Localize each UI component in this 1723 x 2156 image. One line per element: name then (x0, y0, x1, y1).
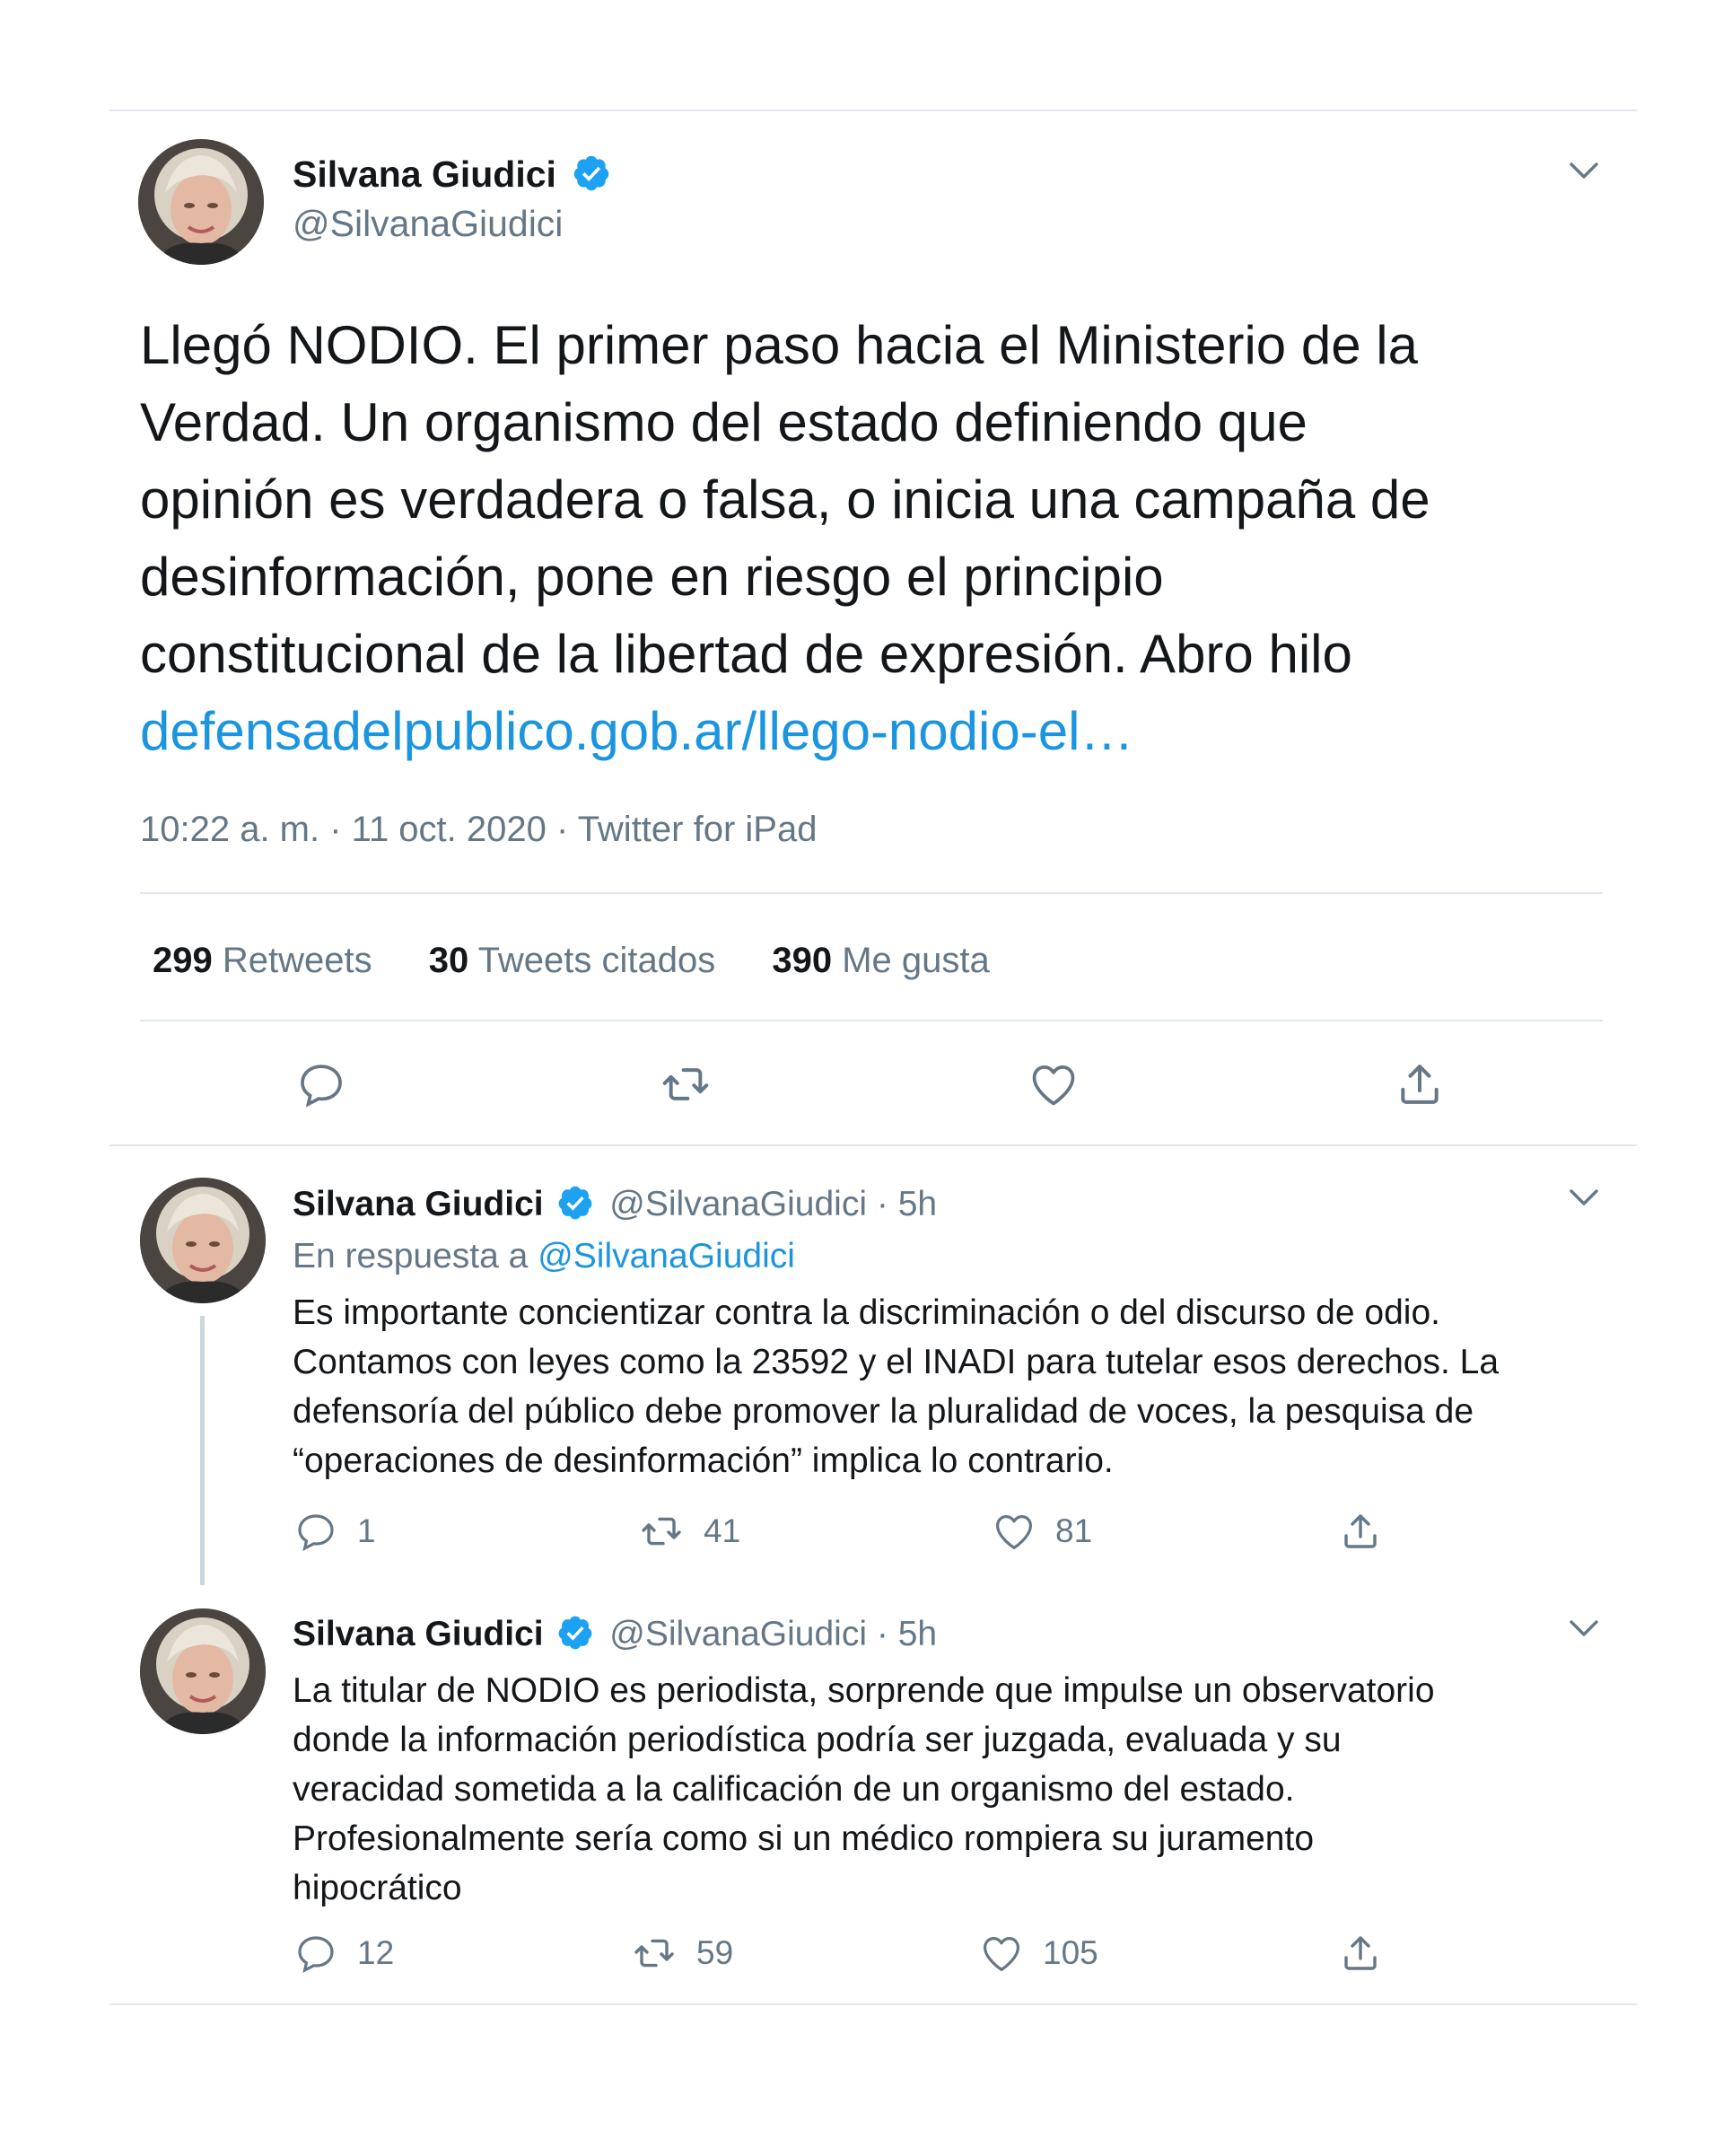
share-button[interactable] (1395, 1059, 1445, 1109)
author-handle[interactable]: @SilvanaGiudici (609, 1615, 867, 1653)
author-name[interactable]: Silvana Giudici (293, 1185, 544, 1223)
author-name[interactable]: Silvana Giudici (293, 1615, 544, 1653)
chevron-down-icon[interactable] (1568, 1187, 1600, 1208)
tweet-link[interactable]: defensadelpublico.gob.ar/llego-nodio-el… (140, 693, 1133, 770)
retweet-button[interactable]: 41 (639, 1510, 740, 1553)
reply-count: 12 (357, 1934, 395, 1971)
tweet-meta[interactable]: 10:22 a. m. · 11 oct. 2020 · Twitter for… (140, 808, 817, 851)
reply-text-line: donde la información periodística podría… (293, 1721, 1342, 1759)
author-name[interactable]: Silvana Giudici (293, 153, 556, 195)
reply-text-line: “operaciones de desinformación” implica … (293, 1442, 1114, 1480)
tweet-time[interactable]: 5h (898, 1615, 937, 1653)
retweet-count: 41 (704, 1512, 741, 1549)
reply-text-line: Es importante concientizar contra la dis… (293, 1293, 1440, 1332)
reply-button[interactable]: 12 (294, 1932, 394, 1975)
verified-badge-icon (556, 1614, 594, 1652)
share-button[interactable] (1339, 1932, 1382, 1975)
share-icon (1339, 1932, 1382, 1975)
stats-divider-bottom (140, 1020, 1603, 1021)
reply-button[interactable] (296, 1059, 346, 1109)
author-handle[interactable]: @SilvanaGiudici (609, 1185, 867, 1223)
retweet-icon (639, 1510, 684, 1553)
tweet-text-line: Verdad. Un organismo del estado definien… (140, 392, 1308, 452)
like-icon (1028, 1059, 1079, 1109)
separator-dot: · (876, 1185, 888, 1223)
reply-to-label: En respuesta a (293, 1237, 529, 1275)
author-row: Silvana Giudici @SilvanaGiudici · 5h (293, 1613, 937, 1656)
like-button[interactable]: 81 (993, 1510, 1092, 1553)
tweet-text-line: desinformación, pone en riesgo el princi… (140, 547, 1164, 607)
top-divider (109, 110, 1637, 111)
likes-count: 390 (772, 941, 833, 980)
reply-icon (294, 1510, 337, 1553)
reply-to-handle[interactable]: @SilvanaGiudici (538, 1237, 795, 1275)
likes-label: Me gusta (842, 941, 990, 980)
likes-stat[interactable]: 390 Me gusta (772, 941, 989, 980)
avatar[interactable] (140, 1608, 266, 1734)
share-button[interactable] (1339, 1510, 1382, 1553)
like-icon (980, 1932, 1023, 1975)
quotes-count: 30 (428, 941, 469, 980)
avatar[interactable] (138, 139, 264, 265)
reply-text-line: La titular de NODIO es periodista, sorpr… (293, 1671, 1435, 1710)
reply-icon (296, 1059, 346, 1109)
author-row: Silvana Giudici (293, 153, 611, 196)
reply-count: 1 (357, 1512, 376, 1549)
retweet-button[interactable]: 59 (632, 1932, 733, 1975)
share-icon (1339, 1510, 1382, 1553)
tweet-time[interactable]: 5h (898, 1185, 937, 1223)
retweets-label: Retweets (222, 941, 372, 980)
reply-text-line: defensoría del público debe promover la … (293, 1392, 1474, 1431)
tweet-text-line: constitucional de la libertad de expresi… (140, 624, 1352, 684)
like-icon (993, 1510, 1036, 1553)
chevron-down-icon[interactable] (1568, 160, 1600, 181)
retweets-stat[interactable]: 299 Retweets (153, 941, 382, 980)
like-button[interactable] (1028, 1059, 1079, 1109)
verified-badge-icon (572, 153, 611, 193)
tweet-stats: 299 Retweets 30 Tweets citados 390 Me gu… (153, 939, 990, 982)
chevron-down-icon[interactable] (1568, 1617, 1600, 1639)
retweet-icon (632, 1932, 677, 1975)
retweet-icon (660, 1059, 711, 1109)
share-icon (1395, 1059, 1445, 1109)
retweet-button[interactable] (660, 1059, 711, 1109)
reply-to-line: En respuesta a @SilvanaGiudici (293, 1235, 795, 1278)
tweet-text-line: opinión es verdadera o falsa, o inicia u… (140, 469, 1430, 530)
separator-dot: · (876, 1615, 888, 1653)
quotes-label: Tweets citados (477, 941, 716, 980)
reply-button[interactable]: 1 (294, 1510, 376, 1553)
avatar[interactable] (140, 1178, 266, 1303)
thread-line (200, 1316, 205, 1585)
reply-text-line: Profesionalmente sería como si un médico… (293, 1819, 1315, 1858)
reply-text-line: veracidad sometida a la calificación de … (293, 1770, 1295, 1809)
bottom-divider (109, 2003, 1637, 2005)
verified-badge-icon (556, 1184, 594, 1222)
reply-text-line: Contamos con leyes como la 23592 y el IN… (293, 1343, 1500, 1381)
tweet-text-line: Llegó NODIO. El primer paso hacia el Min… (140, 315, 1418, 375)
retweet-count: 59 (696, 1934, 734, 1971)
quotes-stat[interactable]: 30 Tweets citados (429, 941, 726, 980)
like-count: 81 (1055, 1512, 1093, 1549)
author-row: Silvana Giudici @SilvanaGiudici · 5h (293, 1183, 937, 1226)
stats-divider-top (140, 892, 1603, 894)
retweets-count: 299 (153, 941, 213, 980)
main-tweet-divider (109, 1144, 1637, 1146)
like-count: 105 (1043, 1934, 1098, 1971)
author-handle[interactable]: @SilvanaGiudici (293, 202, 563, 245)
like-button[interactable]: 105 (980, 1932, 1098, 1975)
reply-text-line: hipocrático (293, 1869, 462, 1907)
reply-icon (294, 1932, 337, 1975)
